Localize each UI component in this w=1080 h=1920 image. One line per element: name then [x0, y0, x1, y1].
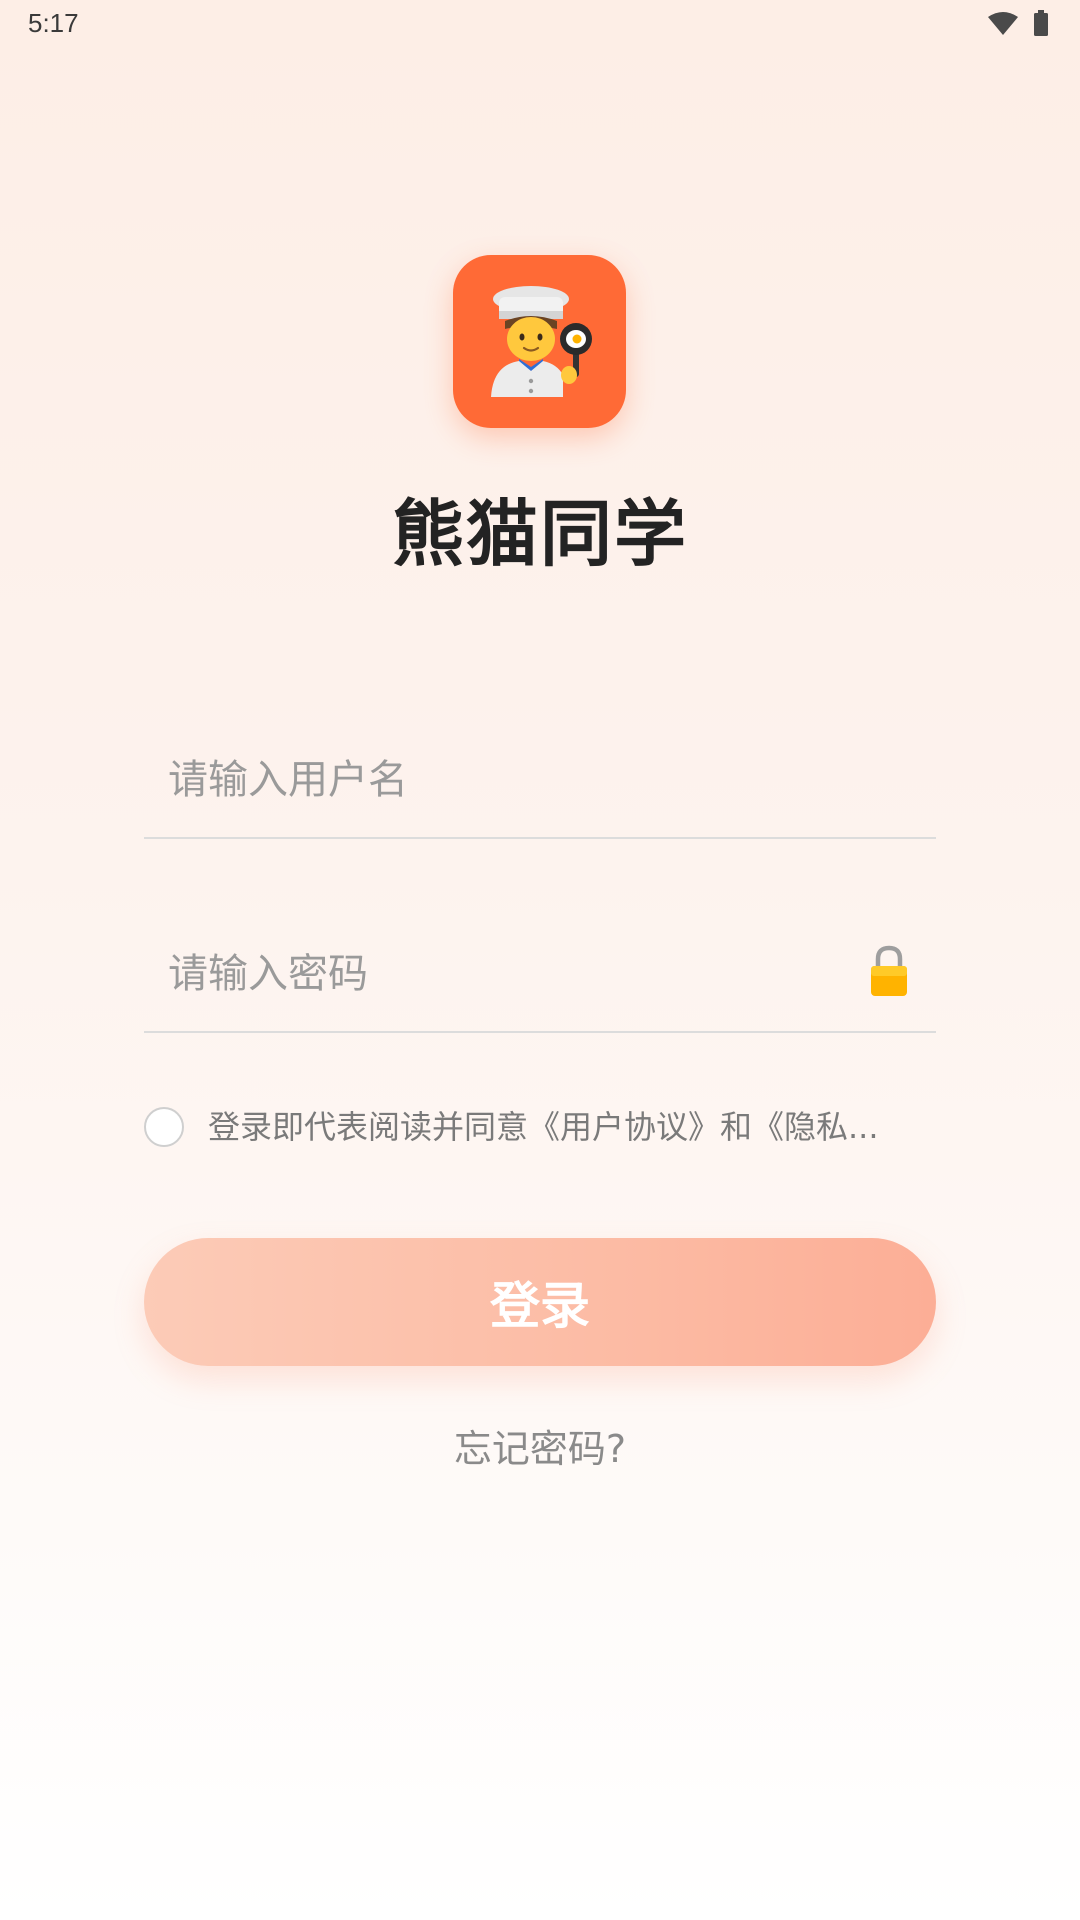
status-time: 5:17: [28, 8, 79, 38]
login-button[interactable]: 登录: [144, 1238, 936, 1366]
battery-icon: [1034, 10, 1048, 36]
username-field: [144, 727, 936, 839]
app-name: 熊猫同学: [391, 492, 688, 576]
agreement-checkbox[interactable]: [144, 1107, 184, 1147]
password-field: [144, 921, 936, 1033]
username-input[interactable]: [168, 747, 828, 813]
forgot-password-link[interactable]: 忘记密码?: [0, 1418, 1080, 1473]
lock-icon[interactable]: [868, 945, 910, 997]
password-input[interactable]: [168, 941, 828, 1007]
wifi-icon: [988, 12, 1018, 35]
app-logo: [453, 255, 626, 428]
status-bar: 5:17: [0, 0, 1080, 52]
agreement-row: 登录即代表阅读并同意《用户协议》和《隐私...: [144, 1105, 944, 1155]
chef-cooking-icon: [491, 286, 592, 397]
agreement-text[interactable]: 登录即代表阅读并同意《用户协议》和《隐私...: [208, 1105, 938, 1149]
